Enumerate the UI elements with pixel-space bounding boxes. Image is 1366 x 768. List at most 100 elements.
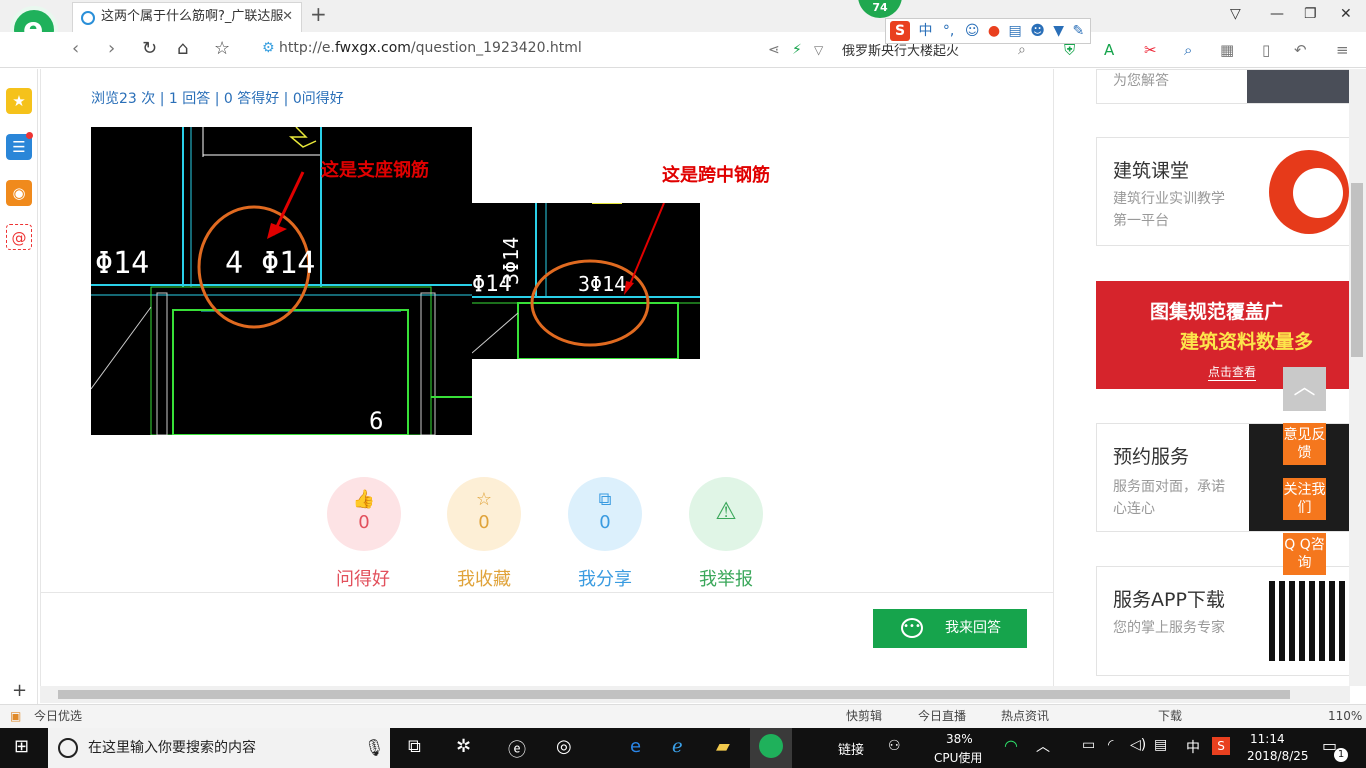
minimize-button[interactable]: — — [1270, 6, 1284, 22]
status-item-download[interactable]: 下载 — [1158, 705, 1182, 728]
bookmark-star-icon[interactable]: ☆ — [214, 38, 230, 59]
menu-icon[interactable]: ≡ — [1336, 41, 1349, 59]
answer-button[interactable]: ••• 我来回答 — [873, 609, 1027, 648]
sogou-tray-icon[interactable]: S — [1212, 737, 1230, 755]
mic-taskbar-icon[interactable]: 🎙 — [364, 738, 384, 757]
course-title: 建筑课堂 — [1113, 160, 1190, 182]
back-icon[interactable]: ‹ — [72, 38, 79, 59]
course-card[interactable]: 建筑课堂 建筑行业实训教学第一平台 — [1096, 137, 1352, 246]
favorite-button[interactable]: ☆ 0 — [447, 477, 521, 551]
banner-link[interactable]: 点击查看 — [1208, 363, 1257, 381]
clock-date[interactable]: 2018/8/25 — [1247, 749, 1309, 763]
keyboard-icon[interactable]: ▤ — [1009, 23, 1022, 39]
windows-start-icon[interactable]: ⊞ — [14, 736, 29, 757]
warning-icon: ⚠ — [715, 497, 737, 525]
vertical-scroll-thumb[interactable] — [1351, 183, 1363, 357]
new-tab-button[interactable]: + — [310, 2, 327, 26]
emoji-icon[interactable]: ☺ — [965, 23, 980, 39]
e-app-icon[interactable]: ⓔ — [508, 736, 526, 762]
home-icon[interactable]: ⌂ — [177, 38, 188, 59]
divider — [40, 592, 1054, 593]
like-question-button[interactable]: 👍 0 — [327, 477, 401, 551]
keyboard-tray-icon[interactable]: ▤ — [1154, 737, 1167, 753]
tab-close-icon[interactable]: ✕ — [282, 3, 293, 31]
network-icon[interactable]: ◜ — [1108, 737, 1113, 753]
battery-icon[interactable]: ▭ — [1082, 737, 1095, 753]
skin-shirt-icon[interactable]: ▼ — [1053, 23, 1064, 39]
today-picks[interactable]: 今日优选 — [34, 705, 82, 728]
cpu-percent: 38% — [946, 732, 973, 746]
share-icon: ⧉ — [598, 489, 612, 510]
tab-title: 这两个属于什么筋啊?_广联达服 — [101, 9, 284, 24]
ime-toolbar[interactable]: S 中 °, ☺ ● ▤ ☻ ▼ ✎ — [885, 18, 1091, 44]
search-icon[interactable]: ⌕ — [1018, 42, 1026, 58]
qq-button[interactable]: Q Q咨询 — [1283, 533, 1326, 575]
refresh-icon[interactable]: ↻ — [142, 38, 157, 59]
status-item-news[interactable]: 热点资讯 — [1001, 705, 1049, 728]
phone-icon[interactable]: ▯ — [1262, 41, 1270, 59]
fan-app-icon[interactable]: ✲ — [456, 736, 471, 757]
ime-tray[interactable]: 中 — [1186, 737, 1200, 757]
zoom-level[interactable]: 110% — [1328, 705, 1362, 728]
ime-mode[interactable]: 中 — [918, 23, 932, 39]
cortana-icon[interactable] — [58, 738, 78, 758]
status-item-live[interactable]: 今日直播 — [918, 705, 966, 728]
wifi-icon[interactable]: ◠ — [1004, 736, 1018, 755]
banner-line1: 图集规范覆盖广 — [1150, 301, 1284, 323]
status-item-clip[interactable]: 快剪辑 — [846, 705, 882, 728]
punct-icon[interactable]: °, — [943, 23, 954, 39]
ie-icon[interactable]: ℯ — [672, 736, 683, 757]
app-card[interactable]: 服务APP下载 您的掌上服务专家 — [1096, 566, 1352, 676]
chevron-down-icon[interactable]: ▽ — [814, 43, 823, 57]
follow-button[interactable]: 关注我们 — [1283, 478, 1326, 520]
favorite-label[interactable]: 我收藏 — [434, 565, 534, 591]
clock-time[interactable]: 11:14 — [1250, 732, 1285, 746]
rebar-left-label: Φ14 — [95, 246, 149, 281]
browser-tab[interactable]: 这两个属于什么筋啊?_广联达服 ✕ — [72, 2, 302, 32]
skin-icon[interactable]: ▽ — [1230, 6, 1241, 22]
favorites-star-icon[interactable]: ★ — [6, 88, 32, 114]
tray-chevron-icon[interactable]: ︿ — [1036, 736, 1050, 756]
apps-icon[interactable]: ▦ — [1220, 41, 1234, 59]
volume-icon[interactable]: ◁) — [1130, 737, 1146, 753]
edge-icon[interactable]: e — [630, 736, 641, 757]
share-icon[interactable]: ⋖ — [768, 42, 780, 58]
sogou-logo-icon: S — [890, 21, 910, 41]
vertical-scrollbar[interactable] — [1349, 69, 1366, 686]
forward-icon[interactable]: › — [108, 38, 115, 59]
bell-app-icon[interactable]: ◎ — [556, 736, 572, 757]
people-icon[interactable]: ⚇ — [888, 738, 901, 754]
taskbar-search-input[interactable]: 在这里输入你要搜索的内容 — [48, 728, 390, 768]
horizontal-scroll-thumb[interactable] — [58, 690, 1290, 699]
close-window-button[interactable]: ✕ — [1340, 6, 1352, 22]
feedback-button[interactable]: 意见反馈 — [1283, 423, 1326, 465]
star-icon: ☆ — [475, 489, 493, 510]
answer-button-label: 我来回答 — [945, 620, 1001, 636]
maximize-button[interactable]: ❐ — [1304, 6, 1317, 22]
translate-icon[interactable]: A — [1104, 41, 1114, 59]
magnifier-icon[interactable]: ⌕ — [1184, 41, 1192, 59]
task-view-icon[interactable]: ⧉ — [408, 736, 421, 757]
report-button[interactable]: ⚠ — [689, 477, 763, 551]
back-to-top-button[interactable]: ︿ — [1283, 367, 1326, 411]
folder-icon[interactable]: ▰ — [716, 736, 730, 757]
wrench-icon[interactable]: ✎ — [1073, 23, 1085, 39]
user-icon[interactable]: ☻ — [1030, 23, 1045, 39]
share-label[interactable]: 我分享 — [555, 565, 655, 591]
status-bar: ▣ 今日优选 快剪辑 今日直播 热点资讯 下载 110% — [0, 704, 1366, 728]
mail-icon[interactable]: @ — [6, 224, 32, 250]
expert-card[interactable]: 为您解答 — [1096, 69, 1352, 104]
undo-icon[interactable]: ↶ — [1294, 41, 1307, 59]
like-label[interactable]: 问得好 — [313, 565, 413, 591]
rebar2-vert-label: 3Φ14 — [499, 237, 523, 285]
link-label[interactable]: 链接 — [838, 739, 864, 758]
share-button[interactable]: ⧉ 0 — [568, 477, 642, 551]
speed-icon[interactable]: ⚡ — [792, 42, 802, 58]
gift-icon: ▣ — [10, 709, 22, 723]
url-field[interactable]: ⚙ http://e.fwxgx.com/question_1923420.ht… — [262, 40, 582, 56]
weibo-icon[interactable]: ◉ — [6, 180, 32, 206]
add-icon[interactable]: + — [12, 680, 27, 701]
scissors-icon[interactable]: ✂ — [1144, 41, 1157, 59]
report-label[interactable]: 我举报 — [676, 565, 776, 591]
mic-icon[interactable]: ● — [988, 23, 1000, 39]
